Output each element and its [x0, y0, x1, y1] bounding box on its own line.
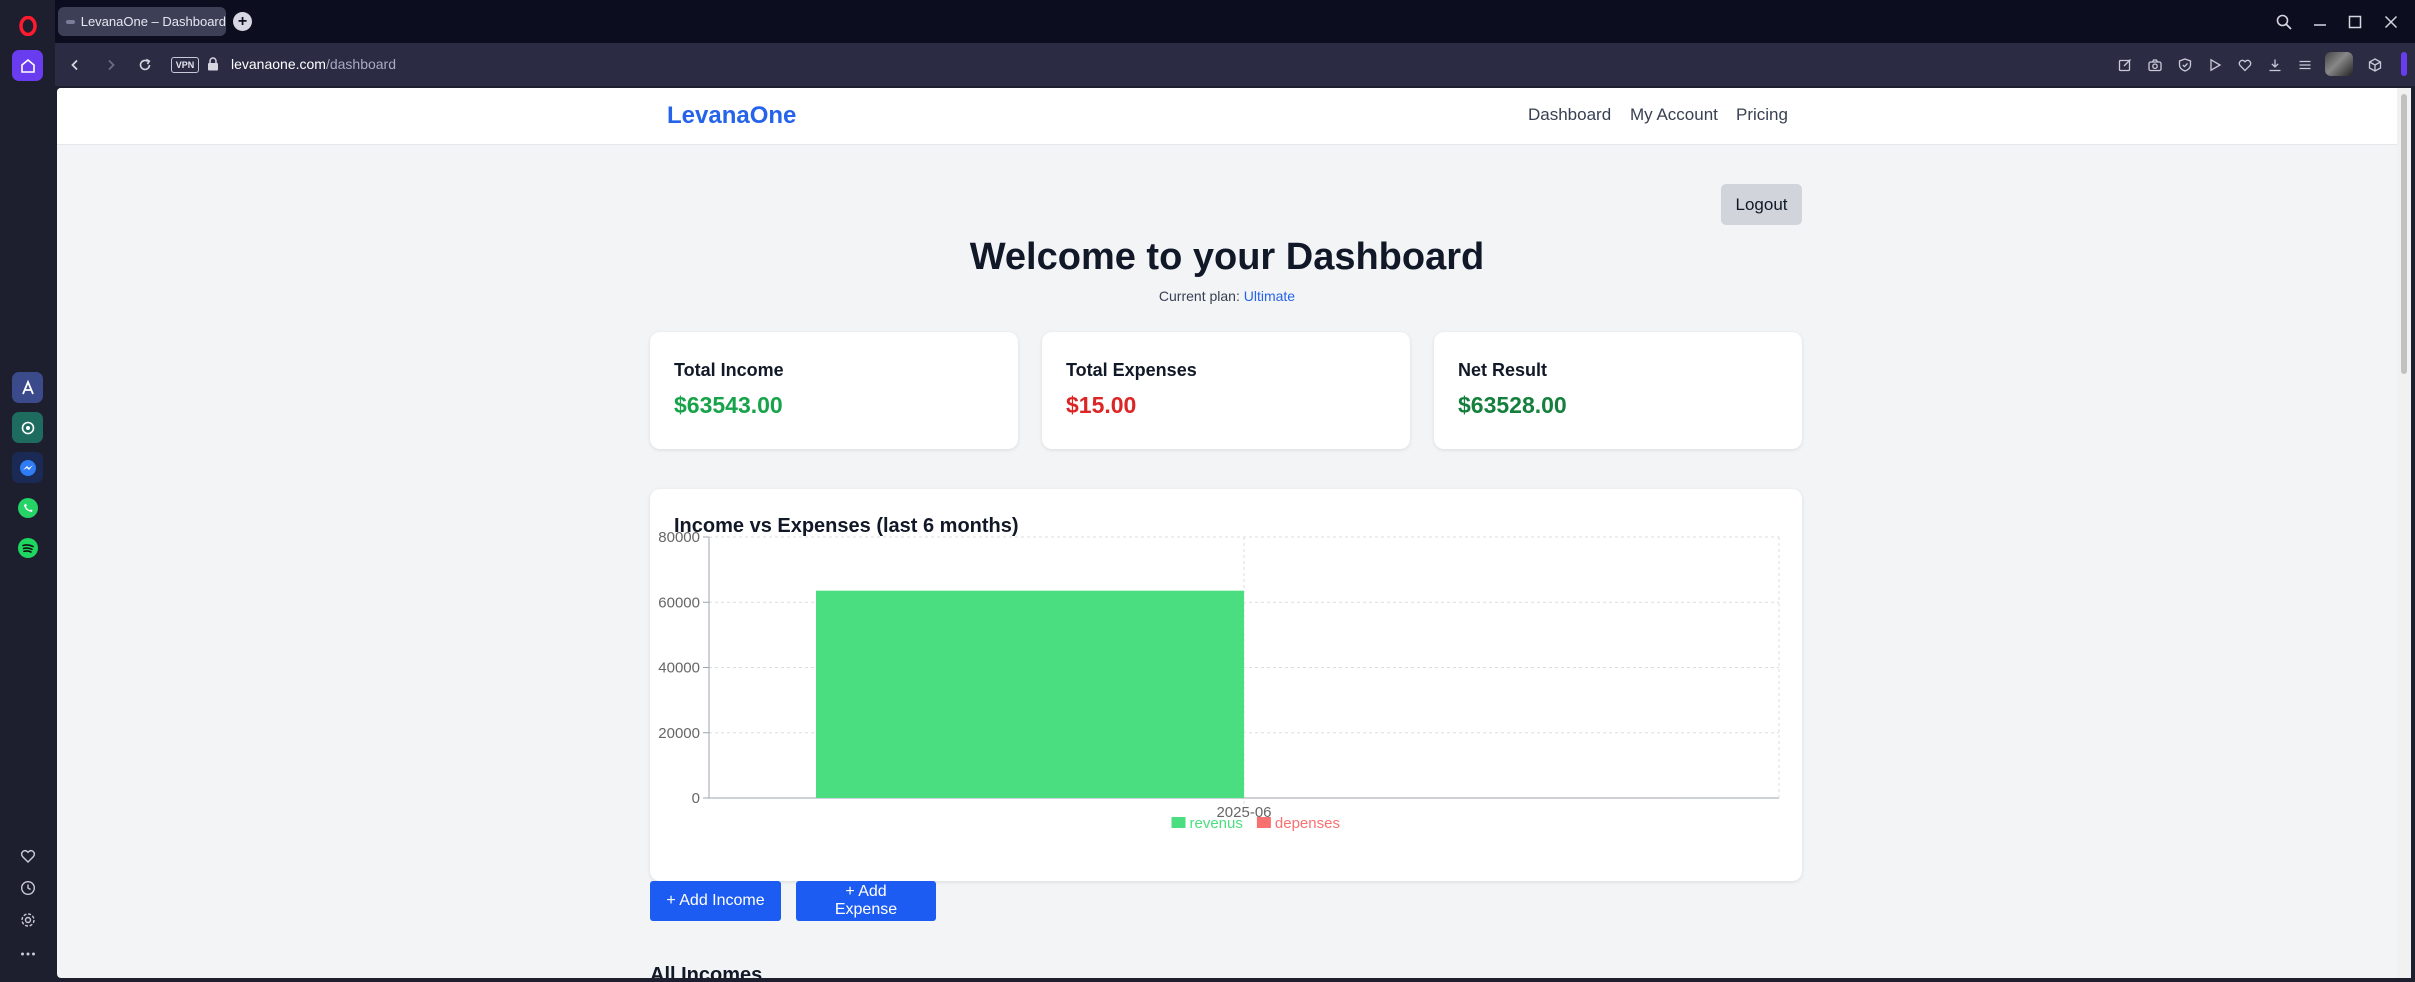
nav-pricing[interactable]: Pricing: [1736, 105, 1788, 125]
history-icon[interactable]: [14, 874, 41, 901]
y-tick-label: 60000: [658, 594, 700, 611]
stat-value: $63528.00: [1458, 392, 1567, 418]
stat-label: Net Result: [1458, 360, 1548, 380]
legend-label-depenses: depenses: [1275, 815, 1340, 832]
forward-icon[interactable]: [101, 55, 121, 75]
url-domain: levanaone.com: [231, 56, 326, 72]
opera-logo-icon[interactable]: [12, 10, 43, 41]
y-tick-label: 20000: [658, 725, 700, 742]
settings-icon[interactable]: [14, 906, 41, 933]
tab-dashboard[interactable]: LevanaOne – Dashboard: [58, 7, 226, 36]
add-expense-button[interactable]: + Add Expense: [796, 881, 936, 921]
y-tick-label: 80000: [658, 529, 700, 546]
search-icon[interactable]: [2274, 12, 2294, 32]
chatgpt-icon[interactable]: [12, 412, 43, 443]
total-income-card: Total Income $63543.00: [650, 332, 1018, 449]
nav-my-account[interactable]: My Account: [1630, 105, 1718, 125]
more-icon[interactable]: [14, 940, 41, 967]
page-viewport: LevanaOne Dashboard My Account Pricing L…: [57, 88, 2397, 978]
profile-icon[interactable]: [2325, 52, 2353, 76]
bar-revenus: [816, 590, 1244, 798]
url-path: /dashboard: [325, 56, 397, 72]
tab-title: LevanaOne – Dashboard: [80, 14, 226, 29]
scrollbar-thumb[interactable]: [2401, 94, 2407, 374]
spotify-icon[interactable]: [12, 532, 43, 563]
messenger-icon[interactable]: [12, 452, 43, 483]
camera-icon[interactable]: [2145, 55, 2165, 75]
new-tab-button[interactable]: +: [233, 12, 252, 31]
heart-icon[interactable]: [2235, 55, 2255, 75]
vpn-badge[interactable]: VPN: [171, 57, 199, 73]
total-expenses-card: Total Expenses $15.00: [1042, 332, 1410, 449]
legend-label-revenus: revenus: [1190, 815, 1243, 832]
y-tick-label: 0: [692, 790, 700, 807]
maximize-icon[interactable]: [2345, 12, 2365, 32]
tab-strip: LevanaOne – Dashboard +: [55, 0, 2415, 43]
y-tick-label: 40000: [658, 660, 700, 677]
close-icon[interactable]: [2381, 12, 2401, 32]
home-icon[interactable]: [12, 50, 43, 81]
download-icon[interactable]: [2265, 55, 2285, 75]
plan-prefix: Current plan:: [1158, 288, 1240, 304]
heart-icon[interactable]: [14, 842, 41, 869]
site-header: LevanaOne Dashboard My Account Pricing: [57, 88, 2397, 145]
current-plan: Current plan: Ultimate: [57, 288, 2397, 304]
tab-favicon-icon: [66, 19, 75, 24]
sidebar-accent: [2401, 52, 2407, 76]
chart-card: Income vs Expenses (last 6 months) 0 2000…: [650, 489, 1802, 881]
legend-swatch-depenses: [1256, 817, 1271, 828]
brand-logo[interactable]: LevanaOne: [667, 102, 796, 130]
stat-label: Total Income: [674, 360, 784, 380]
snap-icon[interactable]: [2115, 55, 2135, 75]
extensions-icon[interactable]: [2365, 55, 2385, 75]
lock-icon[interactable]: [207, 57, 219, 76]
plan-link[interactable]: Ultimate: [1244, 288, 1295, 304]
url-field[interactable]: levanaone.com/dashboard: [231, 56, 396, 72]
aria-icon[interactable]: [12, 372, 43, 403]
reload-icon[interactable]: [135, 55, 155, 75]
stat-value: $15.00: [1066, 392, 1137, 418]
nav-dashboard[interactable]: Dashboard: [1528, 105, 1611, 125]
legend-swatch-revenus: [1171, 817, 1186, 828]
minimize-icon[interactable]: [2310, 12, 2330, 32]
back-icon[interactable]: [65, 55, 85, 75]
stat-value: $63543.00: [674, 392, 783, 418]
shield-icon[interactable]: [2175, 55, 2195, 75]
logout-button[interactable]: Logout: [1721, 184, 1802, 225]
menu-icon[interactable]: [2295, 55, 2315, 75]
net-result-card: Net Result $63528.00: [1434, 332, 1802, 449]
add-income-button[interactable]: + Add Income: [650, 881, 781, 921]
stat-label: Total Expenses: [1066, 360, 1197, 380]
whatsapp-icon[interactable]: [12, 492, 43, 523]
browser-sidebar: [0, 0, 55, 982]
play-icon[interactable]: [2205, 55, 2225, 75]
address-bar: VPN levanaone.com/dashboard: [55, 43, 2415, 86]
all-incomes-heading: All Incomes: [650, 964, 763, 978]
income-expense-chart: 0200004000060000800002025-06revenus depen…: [658, 529, 1780, 832]
page-title: Welcome to your Dashboard: [969, 236, 1485, 278]
